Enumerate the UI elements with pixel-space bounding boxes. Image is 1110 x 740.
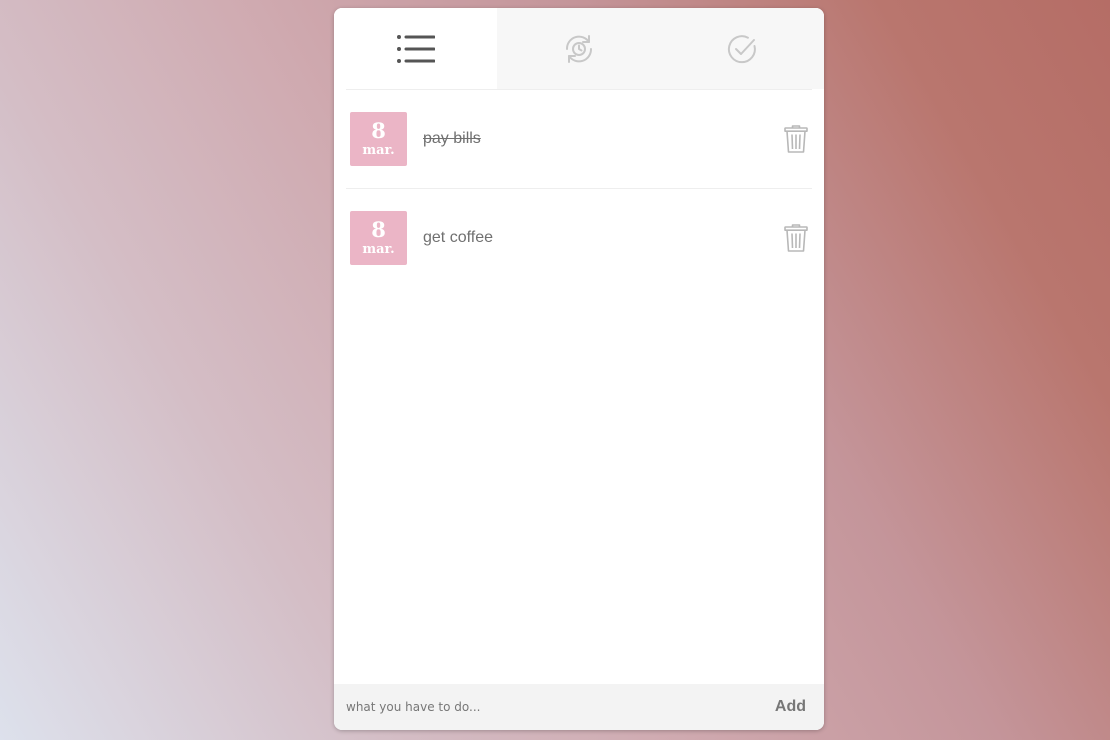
tab-all[interactable] <box>334 8 498 89</box>
date-day: 8 <box>371 117 386 143</box>
tab-pending[interactable] <box>497 8 660 89</box>
todo-text[interactable]: get coffee <box>423 229 784 247</box>
delete-button[interactable] <box>784 124 808 154</box>
add-todo-bar: Add <box>334 683 824 730</box>
check-circle-icon <box>728 34 757 63</box>
date-month: mar. <box>362 142 395 158</box>
todo-text[interactable]: pay bills <box>423 130 784 148</box>
delete-button[interactable] <box>784 223 808 253</box>
date-month: mar. <box>362 241 395 257</box>
todo-item: 8 mar. pay bills <box>346 90 812 189</box>
date-badge: 8 mar. <box>350 112 407 166</box>
add-button[interactable]: Add <box>765 684 824 730</box>
todo-input[interactable] <box>334 683 765 730</box>
date-day: 8 <box>371 216 386 242</box>
todo-item: 8 mar. get coffee <box>346 189 812 287</box>
todo-app: 8 mar. pay bills 8 mar. get coffee what … <box>334 8 824 730</box>
list-icon <box>396 34 435 63</box>
tab-bar <box>334 8 824 89</box>
date-badge: 8 mar. <box>350 211 407 265</box>
tab-completed[interactable] <box>661 8 824 89</box>
todo-list: 8 mar. pay bills 8 mar. get coffee <box>346 89 812 287</box>
history-icon <box>565 34 592 63</box>
trash-icon <box>784 125 808 153</box>
trash-icon <box>784 224 808 252</box>
